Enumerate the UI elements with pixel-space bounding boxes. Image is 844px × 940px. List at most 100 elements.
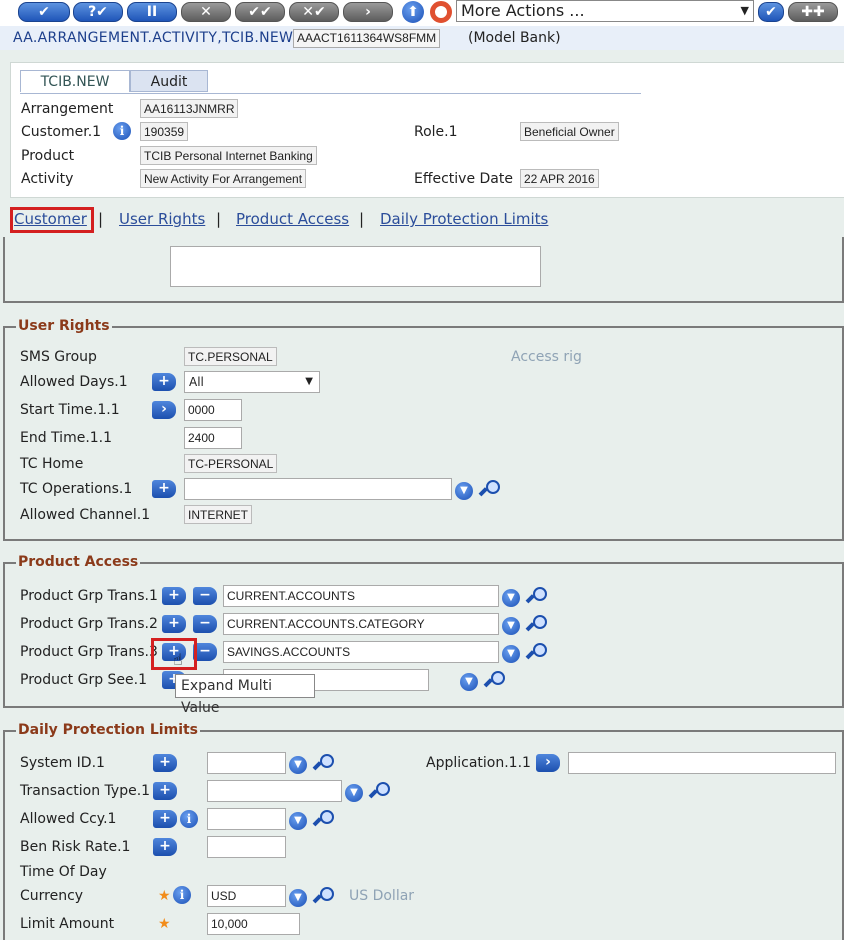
dropdown-icon[interactable]: ▼ [502, 589, 520, 607]
allowed-channel-value: INTERNET [184, 505, 252, 524]
tc-operations-input[interactable] [184, 478, 452, 500]
search-icon[interactable] [368, 782, 392, 802]
application-label: Application.1.1 [426, 755, 531, 771]
expand-multi-value-button[interactable]: + [153, 810, 177, 828]
dropdown-icon[interactable]: ▼ [502, 617, 520, 635]
system-id-label: System ID.1 [20, 755, 105, 771]
activity-label: Activity [21, 171, 74, 187]
go-button[interactable]: ✔ [758, 2, 784, 22]
tc-home-value: TC-PERSONAL [184, 454, 278, 473]
hold-button[interactable]: II [127, 2, 177, 22]
next-button[interactable]: › [343, 2, 393, 22]
info-icon[interactable]: i [173, 886, 191, 904]
limit-amount-input[interactable]: 10,000 [207, 913, 300, 935]
product-grp-trans-input[interactable]: CURRENT.ACCOUNTS.CATEGORY [223, 613, 499, 635]
product-value: TCIB Personal Internet Banking [140, 146, 317, 165]
daily-protection-limits-legend: Daily Protection Limits [16, 722, 201, 738]
commit-button[interactable]: ✔ [18, 2, 70, 22]
product-grp-trans-label: Product Grp Trans.1 [20, 588, 158, 604]
effective-date-label: Effective Date [414, 171, 513, 187]
dropdown-icon[interactable]: ▼ [289, 756, 307, 774]
expand-multi-value-button[interactable]: + [153, 782, 177, 800]
link-separator: | [98, 210, 104, 228]
effective-date-value: 22 APR 2016 [520, 169, 599, 188]
allowed-channel-label: Allowed Channel.1 [20, 507, 151, 523]
add-value-button[interactable]: + [162, 587, 186, 605]
product-grp-trans-label: Product Grp Trans.2 [20, 616, 158, 632]
customer-textarea[interactable] [170, 246, 541, 287]
search-icon[interactable] [525, 587, 549, 607]
link-daily-protection-limits[interactable]: Daily Protection Limits [380, 210, 548, 228]
product-grp-trans-label: Product Grp Trans.3 [20, 644, 158, 660]
link-user-rights[interactable]: User Rights [119, 210, 205, 228]
chevron-down-icon: ▼ [305, 376, 313, 387]
end-time-input[interactable]: 2400 [184, 427, 242, 449]
tc-operations-label: TC Operations.1 [20, 481, 133, 497]
search-icon[interactable] [312, 810, 336, 830]
dropdown-icon[interactable]: ▼ [460, 673, 478, 691]
add-value-button[interactable]: + [162, 615, 186, 633]
time-of-day-label: Time Of Day [20, 864, 107, 880]
remove-value-button[interactable]: − [193, 615, 217, 633]
currency-input[interactable]: USD [207, 885, 286, 907]
currency-label: Currency [20, 888, 84, 904]
application-input[interactable] [568, 752, 836, 774]
dropdown-icon[interactable]: ▼ [289, 812, 307, 830]
dropdown-icon[interactable]: ▼ [345, 784, 363, 802]
customer-value: 190359 [140, 122, 189, 141]
info-icon[interactable]: i [180, 810, 198, 828]
currency-description: US Dollar [349, 888, 415, 904]
end-time-label: End Time.1.1 [20, 430, 113, 446]
tab-audit[interactable]: Audit [130, 70, 208, 92]
arrangement-value: AA16113JNMRR [140, 99, 239, 118]
search-icon[interactable] [525, 615, 549, 635]
allowed-ccy-input[interactable] [207, 808, 286, 830]
expand-sub-value-button[interactable]: › [152, 401, 176, 419]
expand-multi-value-button[interactable]: + [153, 838, 177, 856]
transaction-type-input[interactable] [207, 780, 342, 802]
search-icon[interactable] [312, 887, 336, 907]
dropdown-icon[interactable]: ▼ [502, 645, 520, 663]
remove-value-button[interactable]: − [193, 587, 217, 605]
allowed-ccy-label: Allowed Ccy.1 [20, 811, 117, 827]
search-icon[interactable] [525, 643, 549, 663]
ben-risk-rate-input[interactable] [207, 836, 286, 858]
more-actions-select[interactable]: More Actions ... ▼ [456, 0, 754, 22]
start-time-input[interactable]: 0000 [184, 399, 242, 421]
expand-multi-value-button[interactable]: + [152, 480, 176, 498]
record-id: AAACT1611364WS8FMM [293, 29, 441, 48]
activity-value: New Activity For Arrangement [140, 169, 307, 188]
allowed-days-select[interactable]: All ▼ [184, 371, 320, 393]
product-label: Product [21, 148, 75, 164]
validate-button[interactable]: ?✔ [73, 2, 123, 22]
delete-button[interactable]: ✕ [181, 2, 231, 22]
dropdown-icon[interactable]: ▼ [455, 482, 473, 500]
arrangement-label: Arrangement [21, 101, 114, 117]
authorise-button[interactable]: ✔✔ [235, 2, 285, 22]
expand-multi-value-button[interactable]: + [153, 754, 177, 772]
new-deal-button[interactable]: ✚✚ [788, 2, 838, 22]
search-icon[interactable] [483, 671, 507, 691]
expand-sub-value-button[interactable]: › [536, 754, 560, 772]
search-icon[interactable] [312, 754, 336, 774]
dropdown-icon[interactable]: ▼ [289, 889, 307, 907]
transaction-type-label: Transaction Type.1 [20, 783, 151, 799]
toolbar: ✔ ?✔ II ✕ ✔✔ ✕✔ › ⬆ More Actions ... ▼ ✔… [0, 0, 844, 26]
reverse-button[interactable]: ✕✔ [289, 2, 339, 22]
link-separator: | [216, 210, 222, 228]
link-product-access[interactable]: Product Access [236, 210, 349, 228]
up-arrow-icon[interactable]: ⬆ [402, 1, 424, 23]
product-grp-trans-input[interactable]: SAVINGS.ACCOUNTS [223, 641, 499, 663]
product-grp-trans-input[interactable]: CURRENT.ACCOUNTS [223, 585, 499, 607]
lifebuoy-icon[interactable] [430, 1, 452, 23]
system-id-input[interactable] [207, 752, 286, 774]
product-access-legend: Product Access [16, 554, 141, 570]
tab-tcib-new[interactable]: TCIB.NEW [20, 70, 130, 92]
search-icon[interactable] [478, 480, 502, 500]
tooltip: Expand Multi Value [175, 674, 315, 716]
user-rights-legend: User Rights [16, 318, 112, 334]
info-icon[interactable]: i [113, 122, 131, 140]
expand-multi-value-button[interactable]: + [152, 373, 176, 391]
more-actions-label: More Actions ... [461, 1, 585, 20]
product-grp-see-label: Product Grp See.1 [20, 672, 148, 688]
